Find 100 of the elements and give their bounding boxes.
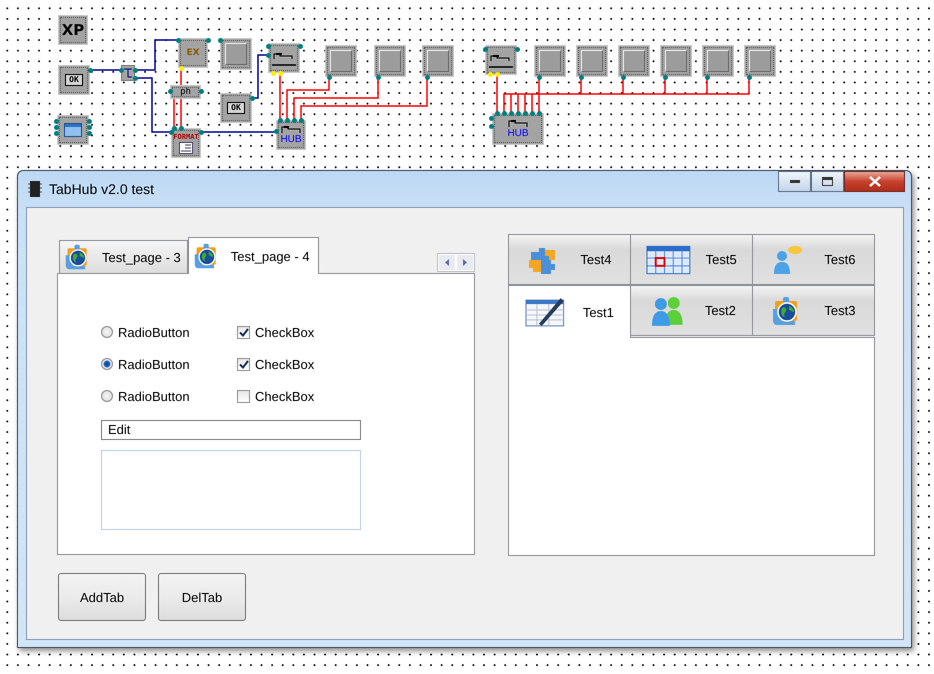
diagram-node[interactable] — [485, 45, 517, 75]
diagram-node[interactable]: XP — [58, 15, 88, 45]
diagram-node[interactable] — [325, 45, 357, 77]
connector-pin[interactable] — [662, 74, 668, 80]
connector-pin[interactable] — [274, 128, 278, 134]
diagram-node[interactable]: OK — [220, 93, 252, 123]
tab[interactable]: Test6 — [753, 234, 875, 285]
minimize-button[interactable] — [778, 171, 811, 192]
diagram-node[interactable] — [220, 38, 252, 70]
close-button[interactable] — [844, 171, 905, 192]
connector-pin[interactable] — [620, 74, 626, 80]
connector-pin[interactable] — [266, 52, 270, 58]
connector-pin[interactable] — [172, 126, 176, 130]
push-button[interactable]: DelTab — [158, 573, 246, 621]
diagram-node[interactable] — [660, 45, 692, 77]
radio-button[interactable]: RadioButton — [101, 324, 190, 340]
tab[interactable]: Test2 — [631, 285, 753, 336]
connector-pin[interactable] — [266, 44, 270, 48]
radio-circle[interactable] — [101, 358, 113, 370]
connector-pin[interactable] — [292, 118, 296, 122]
connector-pin[interactable] — [746, 74, 752, 80]
diagram-node[interactable] — [576, 45, 608, 77]
checkbox-square[interactable] — [237, 358, 250, 370]
connector-pin[interactable] — [132, 68, 138, 72]
connector-pin[interactable] — [508, 110, 514, 116]
checkbox-square[interactable] — [237, 390, 250, 402]
connector-pin[interactable] — [704, 74, 710, 80]
connector-pin[interactable] — [250, 96, 254, 100]
connector-pin[interactable] — [132, 76, 138, 80]
connector-pin[interactable] — [206, 38, 210, 42]
connector-pin[interactable] — [376, 74, 380, 80]
connector-pin[interactable] — [502, 110, 506, 116]
checkbox[interactable]: CheckBox — [237, 356, 314, 372]
connector-pin[interactable] — [168, 130, 174, 134]
connector-pin[interactable] — [118, 68, 124, 72]
radio-circle[interactable] — [101, 326, 113, 338]
connector-pin[interactable] — [86, 130, 92, 136]
connector-pin[interactable] — [54, 118, 58, 124]
scroll-right-button[interactable] — [456, 254, 474, 271]
diagram-node[interactable] — [534, 45, 566, 77]
tab[interactable]: Test1 — [508, 285, 631, 338]
checkbox[interactable]: CheckBox — [237, 388, 314, 404]
diagram-node[interactable] — [702, 45, 734, 77]
connector-pin[interactable] — [536, 110, 542, 116]
connector-pin[interactable] — [86, 118, 92, 124]
connector-pin[interactable] — [494, 110, 500, 116]
connector-pin[interactable] — [516, 110, 520, 116]
connector-pin[interactable] — [278, 70, 282, 76]
tab[interactable]: Test_page - 3 — [59, 240, 188, 273]
connector-pin[interactable] — [54, 124, 58, 130]
tab[interactable]: Test5 — [631, 234, 753, 285]
diagram-node[interactable]: OK — [58, 65, 90, 95]
scroll-left-button[interactable] — [438, 254, 456, 271]
connector-pin[interactable] — [176, 38, 180, 42]
connector-pin[interactable] — [54, 130, 58, 136]
connector-pin[interactable] — [218, 38, 222, 42]
checkbox[interactable]: CheckBox — [237, 324, 314, 340]
push-button[interactable]: AddTab — [58, 573, 146, 621]
connector-pin[interactable] — [482, 46, 488, 52]
diagram-node[interactable] — [121, 65, 135, 81]
connector-pin[interactable] — [514, 46, 520, 52]
connector-pin[interactable] — [278, 118, 282, 122]
connector-pin[interactable] — [424, 74, 430, 80]
diagram-node[interactable] — [374, 45, 406, 77]
connector-pin[interactable] — [494, 72, 500, 76]
maximize-button[interactable] — [811, 171, 844, 192]
connector-pin[interactable] — [488, 116, 494, 120]
connector-pin[interactable] — [198, 88, 204, 94]
connector-pin[interactable] — [284, 118, 290, 122]
tab[interactable]: Test3 — [753, 285, 875, 336]
connector-pin[interactable] — [168, 88, 172, 94]
connector-pin[interactable] — [86, 124, 92, 130]
connector-pin[interactable] — [88, 68, 92, 72]
connector-pin[interactable] — [536, 74, 542, 80]
diagram-node[interactable] — [268, 43, 300, 73]
diagram-node[interactable] — [422, 45, 454, 77]
connector-pin[interactable] — [198, 130, 204, 134]
input-field[interactable]: Edit — [101, 420, 361, 440]
connector-pin[interactable] — [298, 118, 304, 122]
diagram-node[interactable] — [744, 45, 776, 77]
diagram-node[interactable] — [57, 115, 89, 145]
window-icon — [64, 123, 82, 137]
diagram-node[interactable] — [618, 45, 650, 77]
tab[interactable]: Test_page - 4 — [188, 237, 319, 274]
connector-pin[interactable] — [578, 74, 584, 80]
connector-pin[interactable] — [270, 70, 276, 76]
checkbox-square[interactable] — [237, 326, 250, 338]
connector-pin[interactable] — [530, 110, 534, 116]
diagram-node[interactable]: ph — [170, 85, 201, 99]
radio-button[interactable]: RadioButton — [101, 356, 190, 372]
connector-pin[interactable] — [178, 66, 184, 70]
tab[interactable]: Test4 — [508, 234, 631, 285]
connector-pin[interactable] — [522, 110, 528, 116]
connector-pin[interactable] — [488, 72, 492, 76]
connector-pin[interactable] — [488, 124, 494, 128]
connector-pin[interactable] — [298, 44, 302, 48]
connector-pin[interactable] — [326, 74, 332, 80]
radio-button[interactable]: RadioButton — [101, 388, 190, 404]
radio-circle[interactable] — [101, 390, 113, 402]
connector-pin[interactable] — [178, 126, 184, 130]
